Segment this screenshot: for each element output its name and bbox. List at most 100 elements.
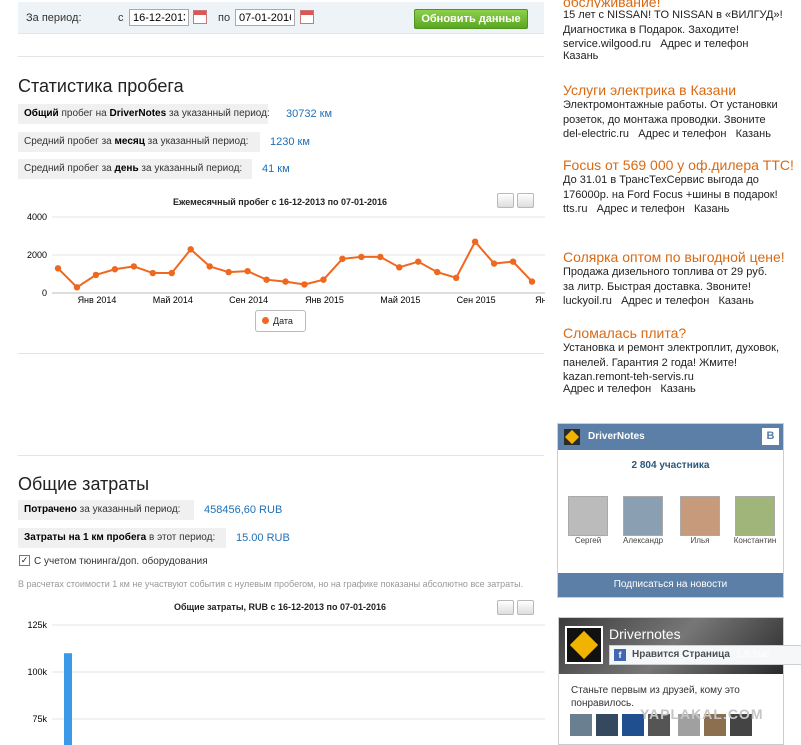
data-point[interactable] <box>168 269 175 277</box>
data-point[interactable] <box>92 271 100 279</box>
ad-item[interactable]: обслуживание! 15 лет с NISSAN! TO NISSAN… <box>563 0 795 84</box>
avatar[interactable] <box>568 496 608 536</box>
vk-member-name: Сергей <box>574 536 602 545</box>
tuning-checkbox[interactable]: ✓ <box>19 555 30 566</box>
data-point[interactable] <box>244 267 251 275</box>
x-tick-label: Янв 201 <box>535 295 545 305</box>
ad-city: Казань <box>718 295 754 307</box>
per-km-text: в этот период: <box>146 532 216 543</box>
avatar[interactable] <box>680 496 720 536</box>
data-point[interactable] <box>320 276 327 283</box>
ad-domain[interactable]: kazan.remont-teh-servis.ru <box>563 371 795 383</box>
data-point[interactable] <box>282 278 289 285</box>
avatar[interactable] <box>623 496 663 536</box>
download-icon[interactable] <box>517 600 534 615</box>
vk-member[interactable]: Илья <box>675 496 725 545</box>
calendar-icon[interactable] <box>193 10 207 24</box>
vk-members-count[interactable]: 2 804 участника <box>558 460 783 471</box>
avatar[interactable] <box>570 714 592 736</box>
print-icon[interactable] <box>497 600 514 615</box>
data-point[interactable] <box>528 278 536 285</box>
vk-member[interactable]: Константин <box>730 496 780 545</box>
date-to-input[interactable] <box>235 9 295 26</box>
avg-day-row: Средний пробег за день за указанный пери… <box>18 159 252 179</box>
calendar-icon[interactable] <box>300 10 314 24</box>
ad-title[interactable]: Услуги электрика в Казани <box>563 82 795 98</box>
ad-title[interactable]: Сломалась плита? <box>563 325 795 341</box>
costs-section-title: Общие затраты <box>18 474 150 494</box>
drivernotes-logo-icon[interactable] <box>565 626 603 664</box>
ad-text: Электромонтажные работы. От установки ро… <box>563 99 778 126</box>
data-point[interactable] <box>301 281 308 288</box>
data-point[interactable] <box>490 260 498 267</box>
data-point[interactable] <box>225 268 232 276</box>
y-tick-label: 2000 <box>27 250 47 260</box>
watermark-text: YAPLAKAL.COM <box>640 706 764 722</box>
ad-item[interactable]: Солярка оптом по выгодной цене! Продажа … <box>563 249 798 307</box>
vk-member[interactable]: Александр <box>618 496 668 545</box>
data-point[interactable] <box>415 258 422 265</box>
ad-item[interactable]: Сломалась плита? Установка и ремонт элек… <box>563 325 795 395</box>
per-km-value: 15.00 RUB <box>236 532 290 544</box>
avg-day-value: 41 км <box>262 163 290 175</box>
data-point[interactable] <box>434 268 441 276</box>
data-point[interactable] <box>111 266 119 273</box>
update-data-button[interactable]: Обновить данные <box>414 9 528 29</box>
avatar[interactable] <box>596 714 618 736</box>
ad-item[interactable]: Услуги электрика в Казани Электромонтажн… <box>563 82 795 140</box>
data-point[interactable] <box>263 276 270 283</box>
drivernotes-logo-icon <box>564 429 580 445</box>
ad-title[interactable]: Солярка оптом по выгодной цене! <box>563 249 798 265</box>
vk-header[interactable]: DriverNotes В <box>558 424 783 450</box>
data-point[interactable] <box>206 263 213 270</box>
data-point[interactable] <box>339 255 346 262</box>
avatar[interactable] <box>735 496 775 536</box>
vk-member[interactable]: Сергей <box>563 496 613 545</box>
ad-city: Казань <box>735 128 771 140</box>
ad-domain[interactable]: luckyoil.ru <box>563 295 612 307</box>
data-point[interactable] <box>452 274 460 281</box>
avg-day-bold: день <box>114 163 139 174</box>
data-point[interactable] <box>187 246 194 253</box>
avg-month-bold: месяц <box>114 136 145 147</box>
ad-domain[interactable]: tts.ru <box>563 203 587 215</box>
ad-item[interactable]: Focus от 569 000 у оф.дилера ТТС! До 31.… <box>563 157 795 215</box>
data-point[interactable] <box>73 284 81 291</box>
ad-contact-link[interactable]: Адрес и телефон <box>621 295 709 307</box>
costs-chart: 75k 100k 125k <box>27 620 545 745</box>
fb-prompt: Станьте первым из друзей, кому это понра… <box>571 685 740 709</box>
ad-text: Продажа дизельного топлива от 29 руб. за… <box>563 266 768 293</box>
ad-title[interactable]: Focus от 569 000 у оф.дилера ТТС! <box>563 157 795 173</box>
ad-contact-link[interactable]: Адрес и телефон <box>563 383 651 395</box>
data-point[interactable] <box>396 264 403 271</box>
ad-contact-link[interactable]: Адрес и телефон <box>660 38 748 50</box>
ad-city: Казань <box>660 383 696 395</box>
avg-month-text-a: Средний пробег за <box>24 136 115 147</box>
ad-list: обслуживание! 15 лет с NISSAN! TO NISSAN… <box>563 0 795 84</box>
ad-contact-link[interactable]: Адрес и телефон <box>638 128 726 140</box>
date-from-input[interactable] <box>129 9 189 26</box>
data-point[interactable] <box>149 269 156 277</box>
chart-legend[interactable]: Дата <box>255 310 306 332</box>
mileage-section-title: Статистика пробега <box>18 76 184 96</box>
facebook-icon: f <box>614 649 626 661</box>
ad-text: До 31.01 в ТрансТехСервис выгода до 1760… <box>563 174 778 201</box>
vk-widget: DriverNotes В 2 804 участника Сергей Але… <box>557 423 784 598</box>
vk-group-name[interactable]: DriverNotes <box>588 431 645 442</box>
total-text-b: за указанный период: <box>166 108 270 119</box>
ad-domain[interactable]: del-electric.ru <box>563 128 629 140</box>
data-point[interactable] <box>471 238 479 245</box>
per-km-row: Затраты на 1 км пробега в этот период: <box>18 528 226 548</box>
data-point[interactable] <box>54 265 62 272</box>
data-point[interactable] <box>377 253 384 261</box>
avg-day-text-a: Средний пробег за <box>24 163 115 174</box>
ad-domain[interactable]: service.wilgood.ru <box>563 38 651 50</box>
data-point[interactable] <box>509 258 517 265</box>
fb-page-name[interactable]: Drivernotes <box>609 626 681 642</box>
fb-cover-image: Drivernotes f Нравится Страница 1,5 тыс. <box>559 618 801 674</box>
data-point[interactable] <box>130 263 138 270</box>
ad-title[interactable]: обслуживание! <box>563 0 795 8</box>
ad-contact-link[interactable]: Адрес и телефон <box>597 203 685 215</box>
vk-subscribe-button[interactable]: Подписаться на новости <box>558 573 783 597</box>
data-point[interactable] <box>358 253 365 261</box>
